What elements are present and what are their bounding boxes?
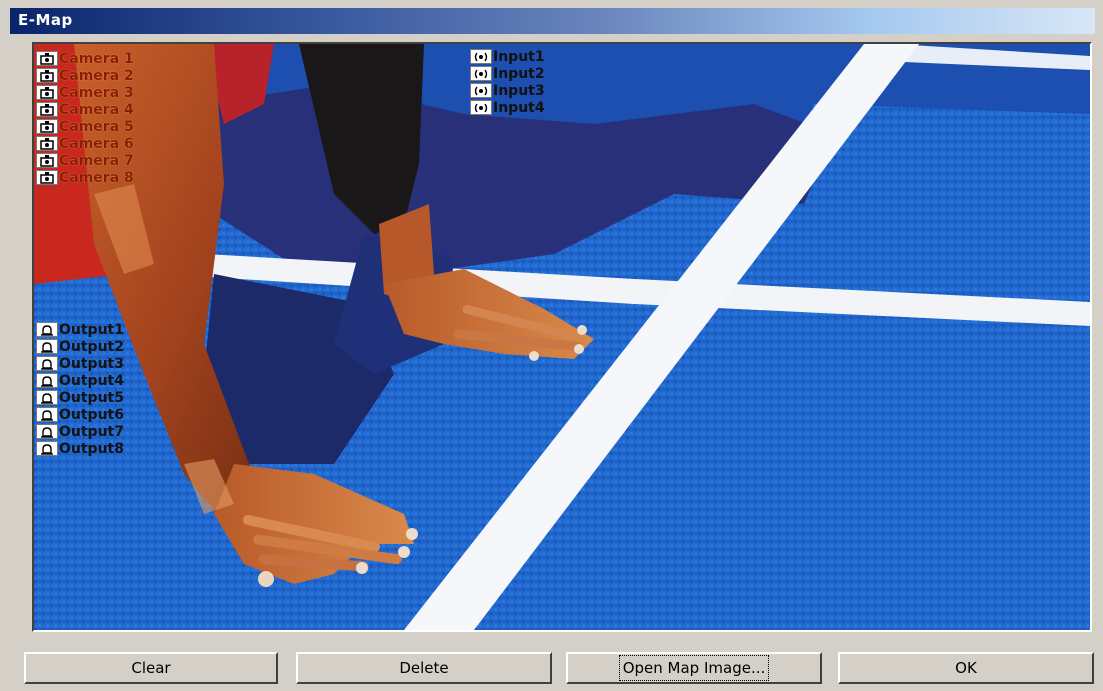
alarm-icon xyxy=(36,322,58,337)
input-label: Input2 xyxy=(493,65,545,82)
clear-button[interactable]: Clear xyxy=(24,652,278,684)
camera-icon xyxy=(36,170,58,185)
camera-icon xyxy=(36,153,58,168)
output-label: Output7 xyxy=(59,423,124,440)
alarm-icon xyxy=(36,356,58,371)
camera-label: Camera 8 xyxy=(59,169,134,186)
input-device-3[interactable]: Input3 xyxy=(470,82,545,99)
camera-device-2[interactable]: Camera 2 xyxy=(36,67,134,84)
camera-device-3[interactable]: Camera 3 xyxy=(36,84,134,101)
delete-button[interactable]: Delete xyxy=(296,652,552,684)
camera-device-7[interactable]: Camera 7 xyxy=(36,152,134,169)
output-device-7[interactable]: Output7 xyxy=(36,423,124,440)
sensor-icon xyxy=(470,66,492,81)
camera-device-8[interactable]: Camera 8 xyxy=(36,169,134,186)
alarm-icon xyxy=(36,390,58,405)
input-device-2[interactable]: Input2 xyxy=(470,65,545,82)
output-device-2[interactable]: Output2 xyxy=(36,338,124,355)
camera-label: Camera 6 xyxy=(59,135,134,152)
ok-button[interactable]: OK xyxy=(838,652,1094,684)
title-bar[interactable]: E-Map xyxy=(10,8,1095,34)
map-image xyxy=(34,44,1090,630)
sensor-icon xyxy=(470,49,492,64)
output-device-3[interactable]: Output3 xyxy=(36,355,124,372)
input-label: Input4 xyxy=(493,99,545,116)
sensor-icon xyxy=(470,83,492,98)
camera-device-1[interactable]: Camera 1 xyxy=(36,50,134,67)
window-title: E-Map xyxy=(18,11,73,29)
alarm-icon xyxy=(36,373,58,388)
output-label: Output3 xyxy=(59,355,124,372)
open-map-image-button-label: Open Map Image... xyxy=(618,655,770,681)
camera-icon xyxy=(36,85,58,100)
output-device-1[interactable]: Output1 xyxy=(36,321,124,338)
camera-icon xyxy=(36,136,58,151)
output-device-6[interactable]: Output6 xyxy=(36,406,124,423)
camera-device-4[interactable]: Camera 4 xyxy=(36,101,134,118)
camera-label: Camera 5 xyxy=(59,118,134,135)
output-label: Output5 xyxy=(59,389,124,406)
camera-icon xyxy=(36,51,58,66)
ok-button-label: OK xyxy=(955,659,977,677)
input-device-4[interactable]: Input4 xyxy=(470,99,545,116)
open-map-image-button[interactable]: Open Map Image... xyxy=(566,652,822,684)
output-device-5[interactable]: Output5 xyxy=(36,389,124,406)
output-device-8[interactable]: Output8 xyxy=(36,440,124,457)
camera-label: Camera 3 xyxy=(59,84,134,101)
camera-device-6[interactable]: Camera 6 xyxy=(36,135,134,152)
camera-label: Camera 1 xyxy=(59,50,134,67)
input-label: Input1 xyxy=(493,48,545,65)
output-label: Output1 xyxy=(59,321,124,338)
output-label: Output8 xyxy=(59,440,124,457)
input-device-1[interactable]: Input1 xyxy=(470,48,545,65)
output-label: Output6 xyxy=(59,406,124,423)
camera-label: Camera 2 xyxy=(59,67,134,84)
camera-icon xyxy=(36,68,58,83)
camera-icon xyxy=(36,102,58,117)
output-label: Output2 xyxy=(59,338,124,355)
map-area[interactable]: Camera 1 Camera 2 Camera 3 Camera 4 Came… xyxy=(32,42,1092,632)
output-device-4[interactable]: Output4 xyxy=(36,372,124,389)
camera-label: Camera 7 xyxy=(59,152,134,169)
alarm-icon xyxy=(36,407,58,422)
sensor-icon xyxy=(470,100,492,115)
clear-button-label: Clear xyxy=(131,659,171,677)
camera-device-5[interactable]: Camera 5 xyxy=(36,118,134,135)
output-label: Output4 xyxy=(59,372,124,389)
emap-dialog: E-Map Camera 1 Camera 2 Camera 3 Camera … xyxy=(0,0,1103,691)
camera-label: Camera 4 xyxy=(59,101,134,118)
input-label: Input3 xyxy=(493,82,545,99)
alarm-icon xyxy=(36,441,58,456)
delete-button-label: Delete xyxy=(399,659,449,677)
alarm-icon xyxy=(36,339,58,354)
camera-icon xyxy=(36,119,58,134)
alarm-icon xyxy=(36,424,58,439)
